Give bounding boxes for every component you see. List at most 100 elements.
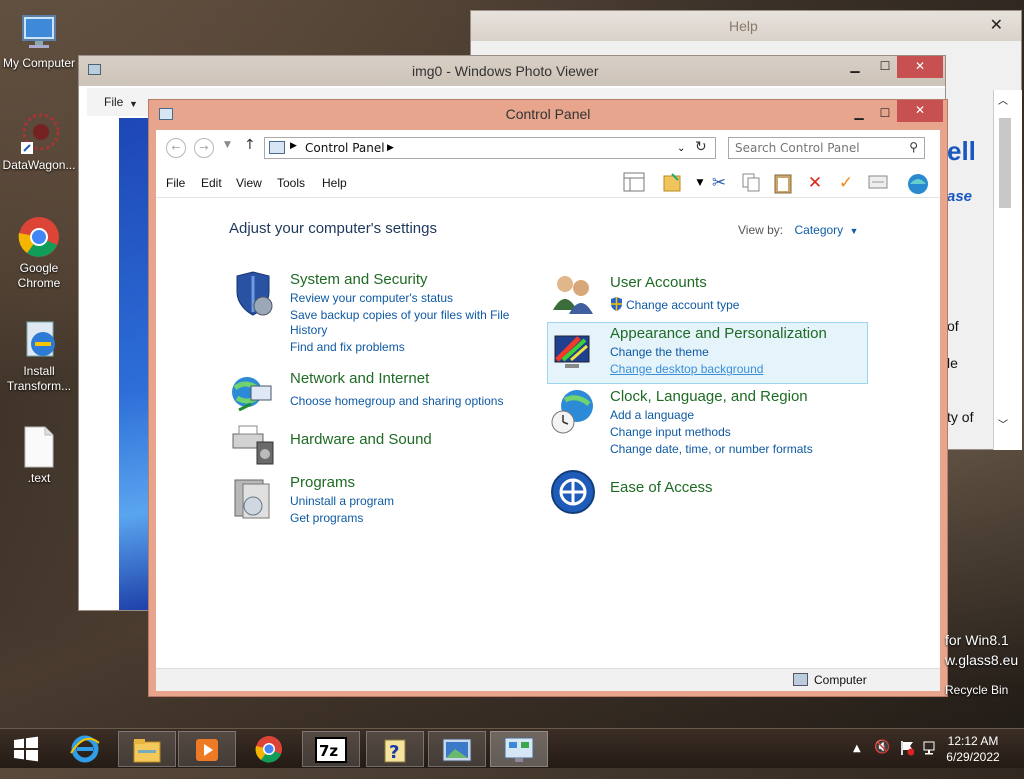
help-link-fragment: ase <box>947 188 973 205</box>
refresh-icon[interactable]: ↻ <box>695 139 707 155</box>
search-icon[interactable]: ⚲ <box>909 140 918 154</box>
link-change-account-type[interactable]: Change account type <box>626 298 739 312</box>
hardware-sound-icon[interactable] <box>229 420 277 468</box>
cut-icon[interactable]: ✂ <box>707 172 731 194</box>
breadcrumb[interactable]: Control Panel <box>305 141 385 155</box>
link-change-desktop-background[interactable]: Change desktop background <box>610 362 763 376</box>
forward-button[interactable]: → <box>194 138 214 158</box>
checkmark-icon[interactable]: ✓ <box>834 172 858 194</box>
menu-view[interactable]: View <box>236 176 262 190</box>
folder-options-icon[interactable] <box>661 172 685 194</box>
link-add-language[interactable]: Add a language <box>610 408 694 422</box>
category-appearance-personalization[interactable]: Appearance and Personalization <box>610 325 827 342</box>
taskbar-file-explorer[interactable] <box>118 731 176 767</box>
link-find-fix[interactable]: Find and fix problems <box>290 340 405 354</box>
paste-icon[interactable] <box>771 172 795 194</box>
user-accounts-icon[interactable] <box>549 270 597 318</box>
up-arrow-icon[interactable]: ↑ <box>244 137 256 153</box>
minimize-icon[interactable]: ▁ <box>849 103 869 125</box>
taskbar: 7z ? ▲ 🔇 12:12 AM 6/29/2022 <box>0 728 1024 768</box>
chevron-down-icon[interactable]: ▼ <box>129 99 138 109</box>
desktop-icon-my-computer[interactable]: My Computer <box>0 10 78 71</box>
minimize-icon[interactable]: ▁ <box>845 56 865 78</box>
control-panel-window[interactable]: Control Panel ▁ ☐ ✕ ← → ▼ ↑ ▶ Control Pa… <box>148 99 948 697</box>
desktop-icon-install-transform[interactable]: Install Transform... <box>0 318 78 394</box>
menu-edit[interactable]: Edit <box>201 176 222 190</box>
recycle-bin-label[interactable]: Recycle Bin <box>945 683 1008 697</box>
category-system-security[interactable]: System and Security <box>290 271 428 288</box>
desktop-icon-datawagon[interactable]: DataWagon... <box>0 112 78 173</box>
category-network-internet[interactable]: Network and Internet <box>290 370 429 387</box>
computer-icon <box>17 10 61 54</box>
link-save-backup[interactable]: Save backup copies of your files with Fi… <box>290 308 509 322</box>
view-by-selector[interactable]: View by: Category ▼ <box>738 223 858 237</box>
chevron-down-icon[interactable]: ▼ <box>850 226 859 236</box>
category-clock-language-region[interactable]: Clock, Language, and Region <box>610 388 808 405</box>
taskbar-7zip[interactable]: 7z <box>302 731 360 767</box>
chevron-right-icon[interactable]: ▶ <box>387 143 394 153</box>
internet-explorer-icon <box>70 735 100 763</box>
system-security-icon[interactable] <box>229 270 277 318</box>
ease-of-access-icon[interactable] <box>549 468 597 516</box>
link-change-input-methods[interactable]: Change input methods <box>610 425 731 439</box>
help-text-fragment-3: ty of <box>947 409 974 425</box>
view-by-dropdown[interactable]: Category <box>794 223 843 237</box>
close-icon[interactable]: ✕ <box>990 15 1003 35</box>
scroll-thumb[interactable] <box>999 118 1011 208</box>
appearance-personalization-icon[interactable] <box>549 326 597 374</box>
maximize-icon[interactable]: ☐ <box>875 56 895 78</box>
back-button[interactable]: ← <box>166 138 186 158</box>
chevron-up-icon[interactable]: ︿ <box>998 92 1008 107</box>
taskbar-photo-viewer[interactable] <box>428 731 486 767</box>
volume-muted-icon[interactable]: 🔇 <box>874 740 890 755</box>
link-get-programs[interactable]: Get programs <box>290 511 363 525</box>
taskbar-clock[interactable]: 12:12 AM 6/29/2022 <box>940 733 1006 765</box>
help-titlebar[interactable]: Help ✕ <box>471 11 1021 41</box>
properties-icon[interactable] <box>866 172 890 194</box>
delete-icon[interactable]: ✕ <box>803 172 827 194</box>
programs-icon[interactable] <box>229 474 277 522</box>
search-box[interactable]: ⚲ <box>728 137 925 159</box>
link-homegroup[interactable]: Choose homegroup and sharing options <box>290 394 503 408</box>
category-user-accounts[interactable]: User Accounts <box>610 274 707 291</box>
menu-file[interactable]: File <box>166 176 185 190</box>
network-icon[interactable] <box>922 740 938 760</box>
taskbar-chrome[interactable] <box>240 731 298 767</box>
globe-icon[interactable] <box>906 172 930 194</box>
taskbar-media-player[interactable] <box>178 731 236 767</box>
taskbar-control-panel[interactable] <box>490 731 548 767</box>
desktop-icon-google-chrome[interactable]: Google Chrome <box>0 215 78 291</box>
close-icon[interactable]: ✕ <box>897 100 943 122</box>
link-uninstall-program[interactable]: Uninstall a program <box>290 494 394 508</box>
maximize-icon[interactable]: ☐ <box>875 103 895 125</box>
photo-viewer-titlebar[interactable]: img0 - Windows Photo Viewer ▁ ☐ ✕ <box>79 56 945 86</box>
address-bar[interactable]: ▶ Control Panel ▶ ⌄ ↻ <box>264 137 716 159</box>
link-change-theme[interactable]: Change the theme <box>610 345 709 359</box>
close-icon[interactable]: ✕ <box>897 56 943 78</box>
clock-language-region-icon[interactable] <box>549 388 597 436</box>
network-internet-icon[interactable] <box>229 370 277 418</box>
menu-tools[interactable]: Tools <box>277 176 305 190</box>
show-hidden-icons-icon[interactable]: ▲ <box>853 743 861 754</box>
category-hardware-sound[interactable]: Hardware and Sound <box>290 431 432 448</box>
internet-explorer-button[interactable] <box>56 731 114 767</box>
link-save-backup-cont[interactable]: History <box>290 323 327 337</box>
desktop-icon-text-file[interactable]: .text <box>0 425 78 486</box>
chrome-icon <box>17 215 61 259</box>
taskbar-help[interactable]: ? <box>366 731 424 767</box>
copy-icon[interactable] <box>739 172 763 194</box>
search-input[interactable] <box>733 138 903 158</box>
help-scrollbar[interactable]: ︿ ﹀ <box>993 90 1022 450</box>
chevron-down-icon[interactable]: ﹀ <box>998 416 1008 431</box>
category-ease-of-access[interactable]: Ease of Access <box>610 479 713 496</box>
start-button[interactable] <box>0 731 52 767</box>
menu-help[interactable]: Help <box>322 176 347 190</box>
flag-error-icon[interactable] <box>900 740 915 759</box>
link-review-status[interactable]: Review your computer's status <box>290 291 453 305</box>
layout-pane-icon[interactable] <box>622 172 646 194</box>
link-change-date-time-formats[interactable]: Change date, time, or number formats <box>610 442 813 456</box>
chevron-down-icon[interactable]: ⌄ <box>677 143 685 154</box>
photo-menu-file[interactable]: File <box>104 95 123 109</box>
category-programs[interactable]: Programs <box>290 474 355 491</box>
recent-pages-icon[interactable]: ▼ <box>224 140 231 150</box>
